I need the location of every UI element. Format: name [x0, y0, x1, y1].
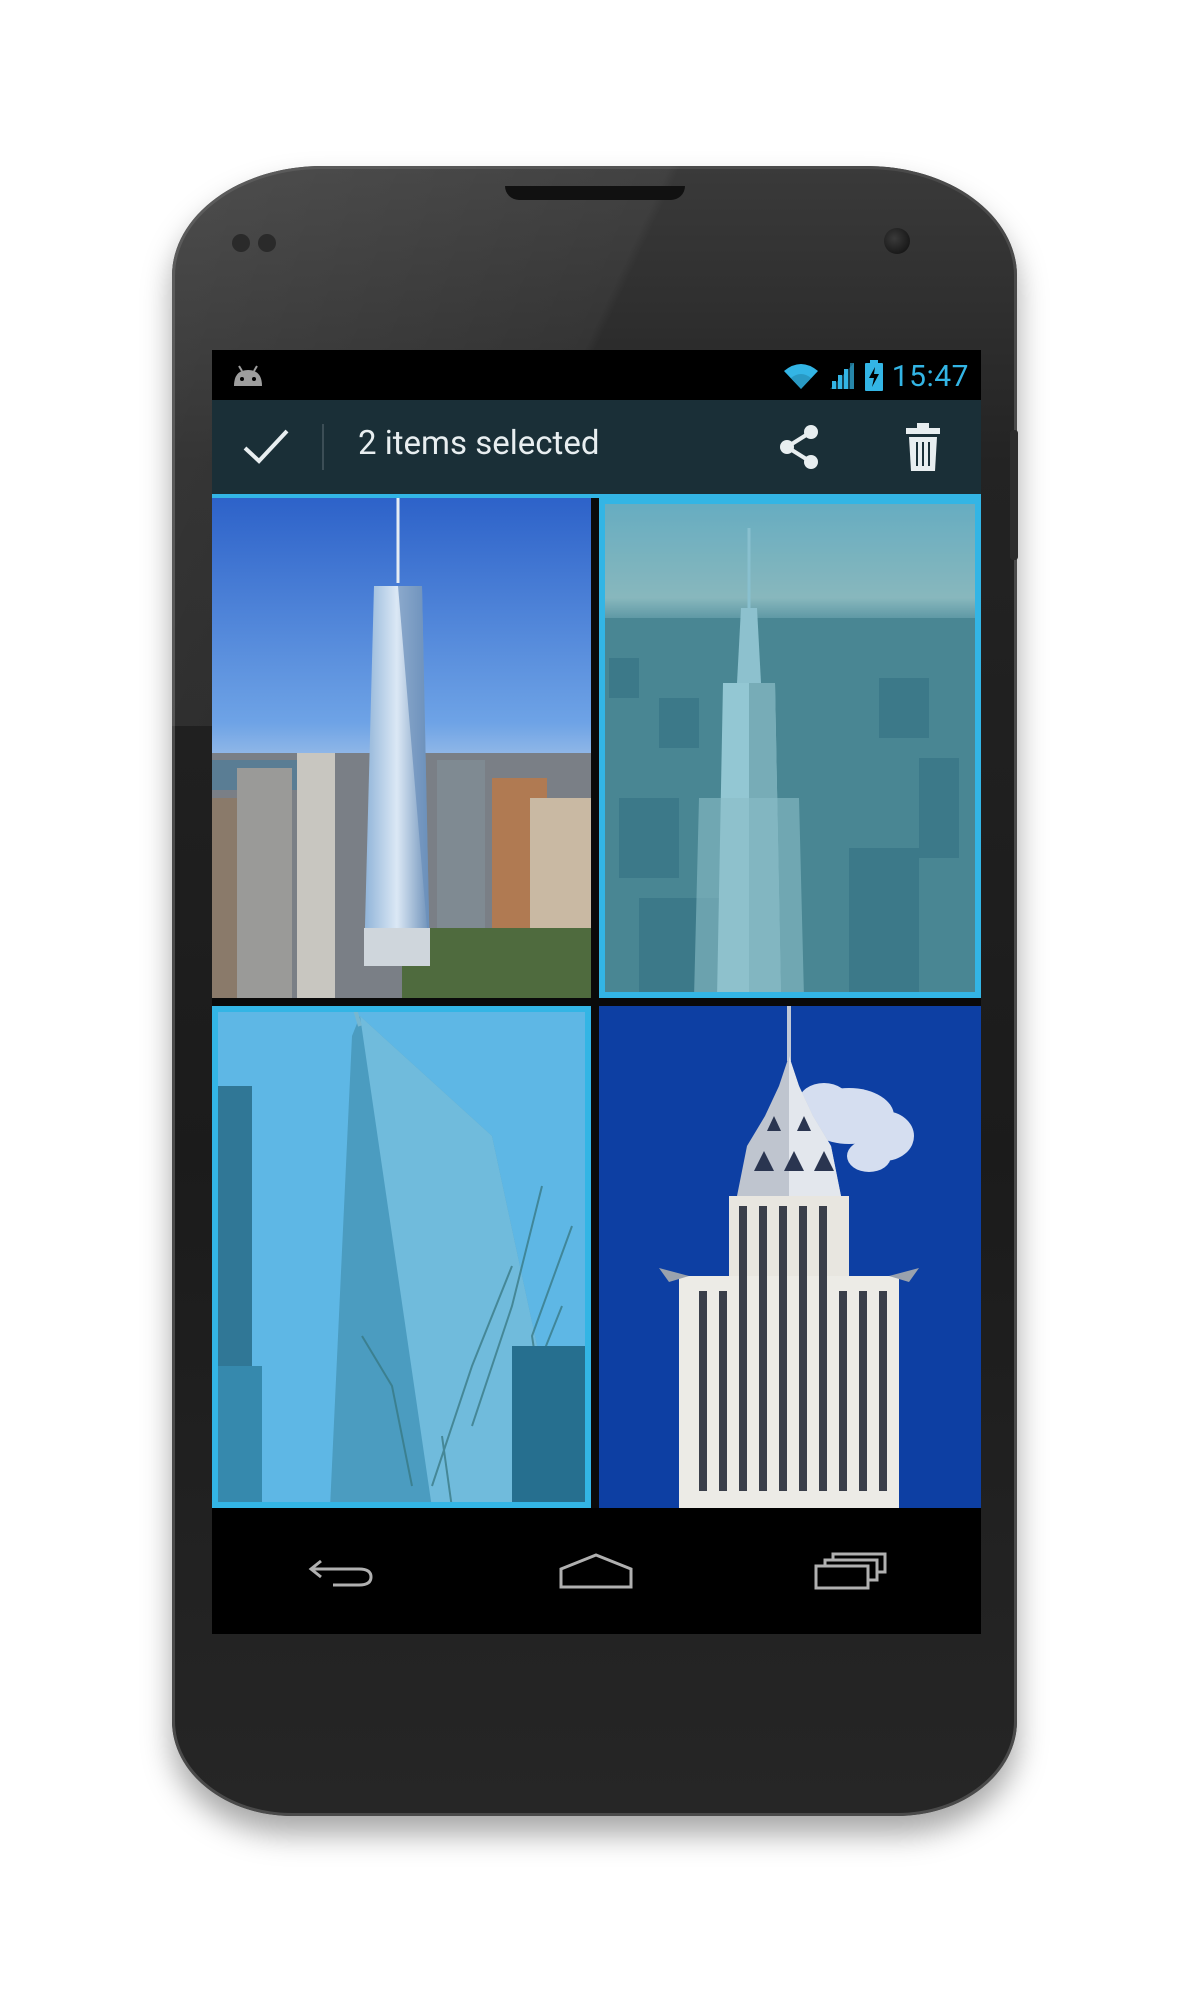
recent-apps-icon: [814, 1552, 887, 1590]
share-button[interactable]: [772, 422, 828, 472]
photo-bank-of-america-tower: [212, 1006, 591, 1508]
battery-charging-icon: [864, 360, 883, 391]
signal-icon: [829, 363, 854, 389]
photo-tile-bank-of-america-tower[interactable]: [212, 1006, 591, 1508]
status-icons: 15:47: [782, 356, 969, 396]
action-bar-divider: [322, 424, 324, 470]
photo-tile-one-world-trade-center[interactable]: [212, 498, 591, 998]
photo-tile-chrysler-building[interactable]: [599, 1006, 981, 1508]
light-sensor: [258, 234, 276, 252]
photo-empire-state-building: [599, 498, 981, 998]
clock-text: 15:47: [891, 358, 969, 394]
android-icon: [234, 365, 262, 386]
navigation-bar: [212, 1508, 981, 1634]
power-button[interactable]: [1010, 430, 1018, 560]
home-button[interactable]: [536, 1546, 656, 1596]
back-button[interactable]: [282, 1546, 402, 1596]
selection-count-title: 2 items selected: [358, 424, 600, 463]
status-bar: 15:47: [212, 350, 981, 400]
front-camera: [884, 228, 910, 254]
share-icon: [780, 425, 818, 469]
recent-apps-button[interactable]: [790, 1546, 910, 1596]
photo-chrysler-building: [599, 1006, 981, 1508]
done-button[interactable]: [212, 400, 320, 494]
photo-grid: [212, 498, 981, 1508]
earpiece-speaker: [505, 186, 685, 200]
delete-button[interactable]: [898, 420, 948, 474]
photo-tile-empire-state-building[interactable]: [599, 498, 981, 998]
trash-icon: [906, 423, 940, 471]
checkmark-icon: [243, 429, 289, 464]
home-icon: [559, 1553, 633, 1589]
back-icon: [308, 1559, 373, 1587]
photo-one-world-trade-center: [212, 498, 591, 998]
wifi-icon: [783, 364, 818, 389]
proximity-sensor: [232, 234, 250, 252]
phone-screen: 15:47 2 items selected: [212, 350, 981, 1634]
contextual-action-bar: 2 items selected: [212, 400, 981, 498]
